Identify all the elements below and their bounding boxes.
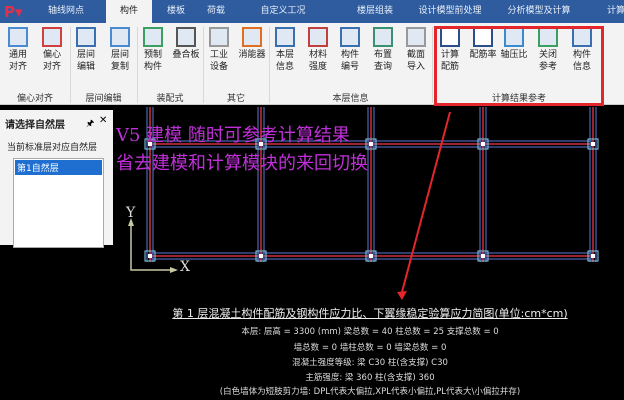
info-line: 本层: 层高 = 3300 (mm) 梁总数 = 40 柱总数 = 25 支撑总… xyxy=(241,327,499,337)
column-core xyxy=(591,254,595,258)
info-line: 主筋强度: 梁 360 柱(含支撑) 360 xyxy=(305,373,435,383)
column-core xyxy=(591,142,595,146)
column-core xyxy=(148,254,152,258)
structure-plan xyxy=(128,107,599,300)
column-core xyxy=(259,254,263,258)
annotation-line-2: 省去建模和计算模块的来回切换 xyxy=(116,153,368,174)
plan-title: 第 1 层混凝土构件配筋及钢构件应力比、下翼缘稳定验算应力简图(单位:cm*cm… xyxy=(172,307,568,320)
info-line: 墙总数 = 0 墙柱总数 = 0 墙梁总数 = 0 xyxy=(293,343,447,353)
red-arrow xyxy=(401,111,451,293)
column-core xyxy=(369,254,373,258)
column-core xyxy=(481,142,485,146)
arrow-head-icon xyxy=(397,291,407,300)
x-axis-label: X xyxy=(180,259,190,275)
column-core xyxy=(369,142,373,146)
column-core xyxy=(481,254,485,258)
annotation-line-1: V5 建模 随时可参考计算结果 xyxy=(116,125,350,146)
info-line: 混凝土强度等级: 梁 C30 柱(含支撑) C30 xyxy=(292,358,448,368)
x-arrow-icon xyxy=(170,267,178,273)
y-axis-label: Y xyxy=(126,205,136,221)
info-line: (白色墙体为短肢剪力墙: DPL代表大偏拉,XPL代表小偏拉,PL代表大\小偏拉… xyxy=(219,387,521,397)
